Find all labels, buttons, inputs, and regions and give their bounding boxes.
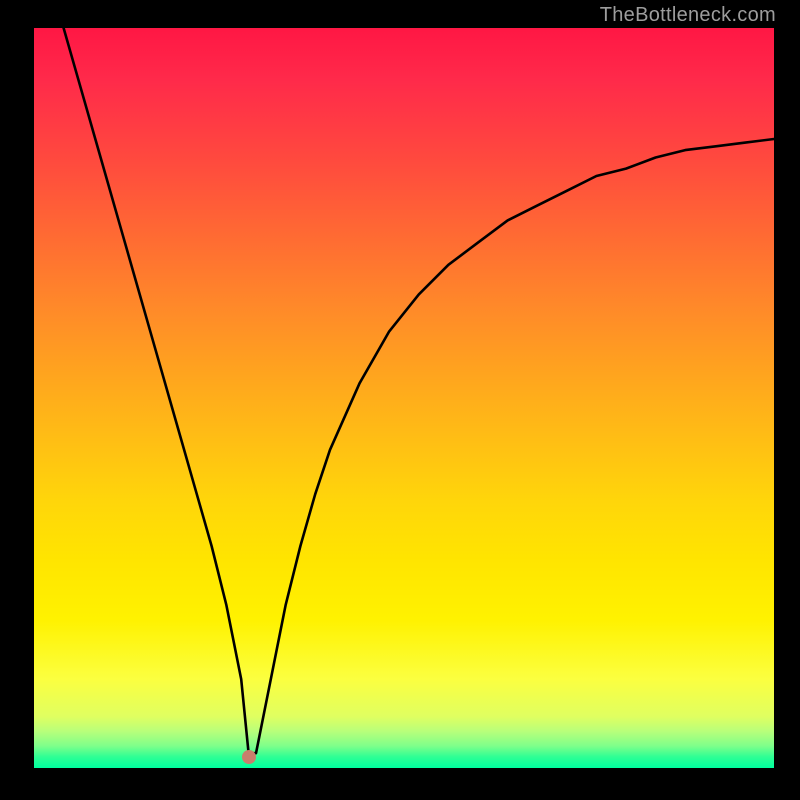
plot-area <box>34 28 774 768</box>
watermark-label: TheBottleneck.com <box>600 4 776 27</box>
chart-frame: TheBottleneck.com <box>0 0 800 800</box>
bottleneck-curve <box>34 28 774 768</box>
minimum-marker <box>242 750 256 764</box>
